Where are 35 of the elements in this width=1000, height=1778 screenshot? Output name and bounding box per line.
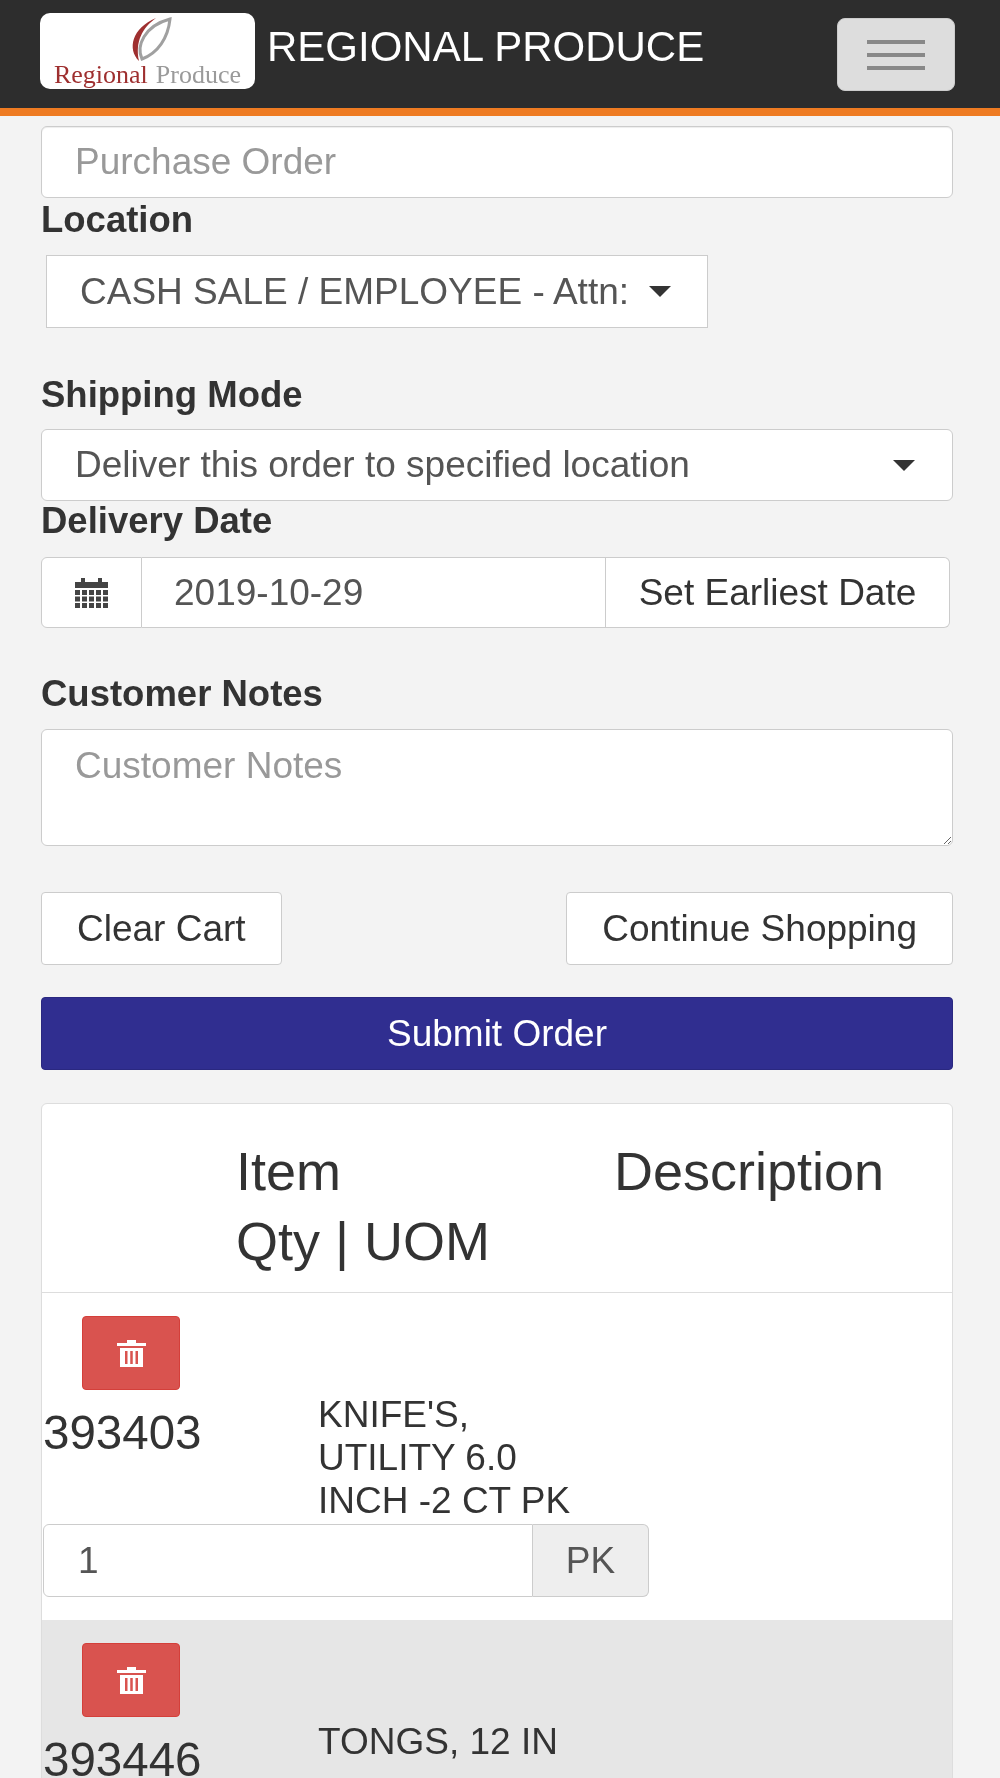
continue-shopping-button[interactable]: Continue Shopping — [566, 892, 953, 965]
item-number: 393446 — [43, 1741, 202, 1778]
quantity-field[interactable]: 1 — [43, 1524, 533, 1597]
item-number: 393403 — [43, 1414, 202, 1452]
column-header: Description — [614, 1140, 885, 1203]
unit-addon: PK — [533, 1524, 649, 1597]
field-label: Location — [41, 200, 194, 240]
field-label: Delivery Date — [41, 501, 273, 541]
caret-icon — [893, 459, 915, 471]
set-earliest-date-button[interactable]: Set Earliest Date — [606, 557, 950, 628]
delete-button[interactable] — [82, 1643, 180, 1717]
calendar-icon — [75, 577, 108, 608]
clear-cart-button[interactable]: Clear Cart — [41, 892, 282, 965]
menu-icon — [867, 39, 925, 70]
date-field[interactable]: 2019-10-29 — [142, 557, 606, 628]
column-header: Qty | UOM — [236, 1210, 491, 1273]
shipping-mode-select[interactable]: Deliver this order to specified location — [41, 429, 953, 501]
caret-icon — [649, 286, 672, 297]
purchase-order-field[interactable]: Purchase Order — [41, 126, 953, 198]
submit-order-button[interactable]: Submit Order — [41, 997, 953, 1070]
logo-text: Produce — [155, 62, 242, 88]
customer-notes-field[interactable]: Customer Notes — [41, 729, 953, 846]
menu-button[interactable] — [837, 18, 955, 91]
trash-icon — [116, 1666, 146, 1694]
location-select[interactable]: CASH SALE / EMPLOYEE - Attn: — [46, 255, 709, 328]
field-label: Shipping Mode — [41, 375, 303, 415]
logo[interactable]: Regional Produce — [40, 13, 255, 89]
column-header: Item — [236, 1140, 342, 1203]
delete-button[interactable] — [82, 1316, 180, 1390]
item-description: KNIFE'S, UTILITY 6.0 INCH -2 CT PK — [318, 1393, 572, 1522]
logo-text: Regional — [53, 62, 148, 88]
field-label: Customer Notes — [41, 674, 323, 714]
brand-title: REGIONAL PRODUCE — [267, 26, 705, 68]
trash-icon — [116, 1339, 146, 1367]
item-description: TONGS, 12 IN — [318, 1720, 559, 1763]
